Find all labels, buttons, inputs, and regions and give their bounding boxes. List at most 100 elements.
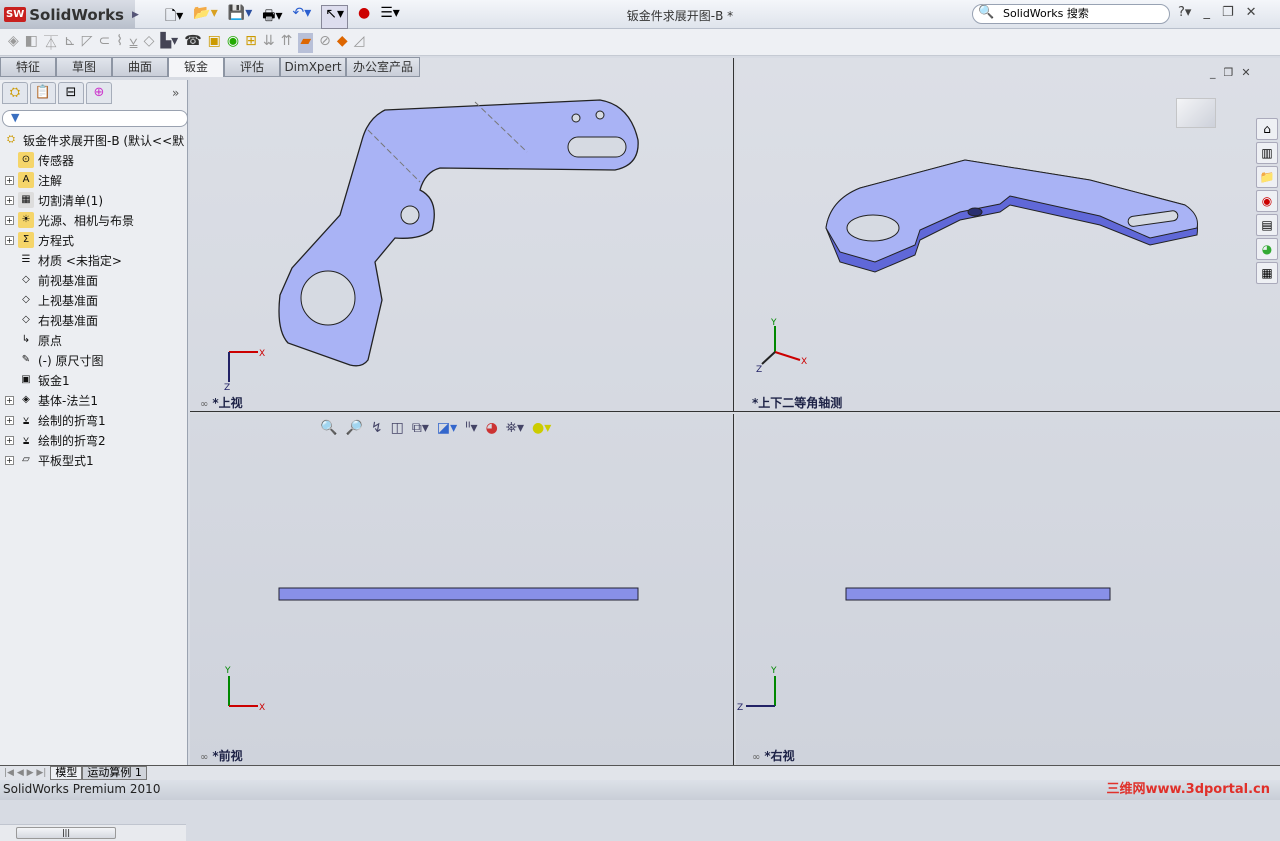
tree-item[interactable]: + ⩣ 绘制的折弯2 bbox=[0, 430, 188, 450]
apply-scene-icon[interactable]: ⛯▾ bbox=[506, 420, 524, 436]
no-bends-icon[interactable]: ⊘ bbox=[319, 33, 331, 53]
tree-root[interactable]: ⛭ 钣金件求展开图-B (默认<<默 bbox=[0, 130, 188, 150]
flatten-icon[interactable]: ▰ bbox=[298, 33, 314, 53]
tree-item[interactable]: ⊙ 传感器 bbox=[0, 150, 188, 170]
section-view-icon[interactable]: ◫ bbox=[391, 420, 404, 436]
fold-icon[interactable]: ⇈ bbox=[281, 33, 293, 53]
corner-icon[interactable]: ▙▾ bbox=[160, 33, 178, 53]
design-library-icon[interactable]: ▥ bbox=[1256, 142, 1278, 164]
help-icon[interactable]: ?▾ bbox=[1178, 5, 1191, 20]
simple-hole-icon[interactable]: ◉ bbox=[227, 33, 239, 53]
expand-panel-icon[interactable]: » bbox=[172, 86, 179, 100]
view-orientation-icon[interactable]: ⧉▾ bbox=[412, 420, 429, 436]
file-explorer-icon[interactable]: 📁 bbox=[1256, 166, 1278, 188]
rebuild-icon[interactable]: ● bbox=[358, 5, 370, 29]
expand-icon[interactable]: + bbox=[5, 415, 14, 425]
tree-item[interactable]: ↳ 原点 bbox=[0, 330, 188, 350]
select-icon[interactable]: ↖▾ bbox=[321, 5, 349, 29]
panel-horizontal-scrollbar[interactable]: ||| bbox=[0, 824, 186, 841]
expand-icon[interactable]: + bbox=[5, 215, 14, 225]
sketched-bend-tool-icon[interactable]: ⩣ bbox=[129, 33, 138, 53]
zoom-area-icon[interactable]: 🔎 bbox=[345, 420, 362, 436]
configuration-manager-tab-icon[interactable]: ⊟ bbox=[58, 82, 84, 104]
tree-item[interactable]: + ⩣ 绘制的折弯1 bbox=[0, 410, 188, 430]
tab-surfaces[interactable]: 曲面 bbox=[112, 57, 168, 77]
jog-icon[interactable]: ⌇ bbox=[116, 33, 123, 53]
zoom-to-fit-icon[interactable]: 🔍 bbox=[320, 420, 337, 436]
tree-item[interactable]: ▣ 钣金1 bbox=[0, 370, 188, 390]
tab-dimxpert[interactable]: DimXpert bbox=[280, 57, 346, 77]
insert-bends-icon[interactable]: ◿ bbox=[354, 33, 365, 53]
edit-appearance-icon[interactable]: ◕ bbox=[486, 420, 498, 436]
tab-sheet-metal[interactable]: 钣金 bbox=[168, 57, 224, 77]
extruded-cut-icon[interactable]: ▣ bbox=[208, 33, 221, 53]
forming-tool-icon[interactable]: ☎ bbox=[184, 33, 201, 53]
property-manager-tab-icon[interactable]: 📋 bbox=[30, 82, 56, 104]
custom-properties-icon[interactable]: ▦ bbox=[1256, 262, 1278, 284]
feature-manager-tab-icon[interactable]: ⛭ bbox=[2, 82, 28, 104]
tree-item[interactable]: + ▱ 平板型式1 bbox=[0, 450, 188, 470]
solidworks-resources-icon[interactable]: ⌂ bbox=[1256, 118, 1278, 140]
appearances-icon[interactable]: ◕ bbox=[1256, 238, 1278, 260]
unfold-icon[interactable]: ⇊ bbox=[263, 33, 275, 53]
restore-icon[interactable]: ❐ bbox=[1222, 5, 1234, 20]
viewport-minimize-icon[interactable]: _ bbox=[1210, 66, 1216, 79]
filter-input[interactable]: ▼ bbox=[2, 110, 188, 127]
view-palette-icon[interactable]: ▤ bbox=[1256, 214, 1278, 236]
tree-item[interactable]: ◇ 上视基准面 bbox=[0, 290, 188, 310]
expand-icon[interactable]: + bbox=[5, 235, 14, 245]
display-style-icon[interactable]: ◪▾ bbox=[437, 420, 457, 436]
expand-icon[interactable]: + bbox=[5, 455, 14, 465]
undo-icon[interactable]: ↶▾ bbox=[292, 5, 311, 29]
expand-icon[interactable]: + bbox=[5, 395, 14, 405]
minimize-icon[interactable]: _ bbox=[1203, 5, 1210, 20]
miter-flange-icon[interactable]: ◸ bbox=[82, 33, 93, 53]
tree-item-label: 原点 bbox=[38, 333, 63, 348]
previous-view-icon[interactable]: ↯ bbox=[371, 420, 383, 436]
search-input[interactable]: SolidWorks 搜索 bbox=[972, 4, 1170, 24]
expand-icon[interactable]: + bbox=[5, 195, 14, 205]
tab-features[interactable]: 特征 bbox=[0, 57, 56, 77]
solidworks-menu-button[interactable]: SW SolidWorks ▶ bbox=[0, 0, 139, 29]
tree-item[interactable]: ◇ 右视基准面 bbox=[0, 310, 188, 330]
new-file-icon[interactable]: 🗋▾ bbox=[165, 5, 183, 29]
edge-flange-icon[interactable]: ⊾ bbox=[64, 33, 76, 53]
tab-office-products[interactable]: 办公室产品 bbox=[346, 57, 420, 77]
viewport-horizontal-splitter[interactable] bbox=[190, 411, 1280, 414]
view-cube-icon[interactable] bbox=[1176, 98, 1216, 128]
tab-sketch[interactable]: 草图 bbox=[56, 57, 112, 77]
tree-item[interactable]: + ◈ 基体-法兰1 bbox=[0, 390, 188, 410]
search-results-icon[interactable]: ◉ bbox=[1256, 190, 1278, 212]
tab-motion-study[interactable]: 运动算例 1 bbox=[82, 766, 147, 780]
lofted-bend-icon[interactable]: ⏄ bbox=[44, 33, 58, 53]
tree-item[interactable]: + Σ 方程式 bbox=[0, 230, 188, 250]
tree-item[interactable]: + ☀ 光源、相机与布景 bbox=[0, 210, 188, 230]
expand-icon[interactable]: + bbox=[5, 175, 14, 185]
tree-item[interactable]: + A 注解 bbox=[0, 170, 188, 190]
tree-item[interactable]: + ▦ 切割清单(1) bbox=[0, 190, 188, 210]
tree-item[interactable]: ✎ (-) 原尺寸图 bbox=[0, 350, 188, 370]
tab-nav-arrows-icon[interactable]: |◀ ◀ ▶ ▶| bbox=[4, 768, 46, 778]
convert-tool-icon[interactable]: ◧ bbox=[25, 33, 38, 53]
viewport-restore-icon[interactable]: ❐ bbox=[1224, 66, 1234, 79]
rip-icon[interactable]: ◆ bbox=[337, 33, 348, 53]
cross-break-icon[interactable]: ◇ bbox=[144, 33, 155, 53]
tab-evaluate[interactable]: 评估 bbox=[224, 57, 280, 77]
hem-icon[interactable]: ⊂ bbox=[99, 33, 111, 53]
base-flange-tool-icon[interactable]: ◈ bbox=[8, 33, 19, 53]
tree-item[interactable]: ◇ 前视基准面 bbox=[0, 270, 188, 290]
save-icon[interactable]: 💾▾ bbox=[228, 5, 252, 29]
print-icon[interactable]: 🖶▾ bbox=[262, 5, 282, 29]
dimxpert-manager-tab-icon[interactable]: ⊕ bbox=[86, 82, 112, 104]
open-file-icon[interactable]: 📂▾ bbox=[193, 5, 217, 29]
tree-item[interactable]: ☰ 材质 <未指定> bbox=[0, 250, 188, 270]
view-settings-icon[interactable]: ●▾ bbox=[532, 420, 551, 436]
close-icon[interactable]: ✕ bbox=[1246, 5, 1257, 20]
scroll-thumb[interactable]: ||| bbox=[16, 827, 116, 839]
options-icon[interactable]: ☰▾ bbox=[380, 5, 400, 29]
expand-icon[interactable]: + bbox=[5, 435, 14, 445]
vent-icon[interactable]: ⊞ bbox=[245, 33, 257, 53]
tab-model[interactable]: 模型 bbox=[50, 766, 83, 780]
viewport-close-icon[interactable]: ✕ bbox=[1241, 66, 1250, 79]
hide-show-icon[interactable]: ᐦ▾ bbox=[465, 420, 477, 436]
